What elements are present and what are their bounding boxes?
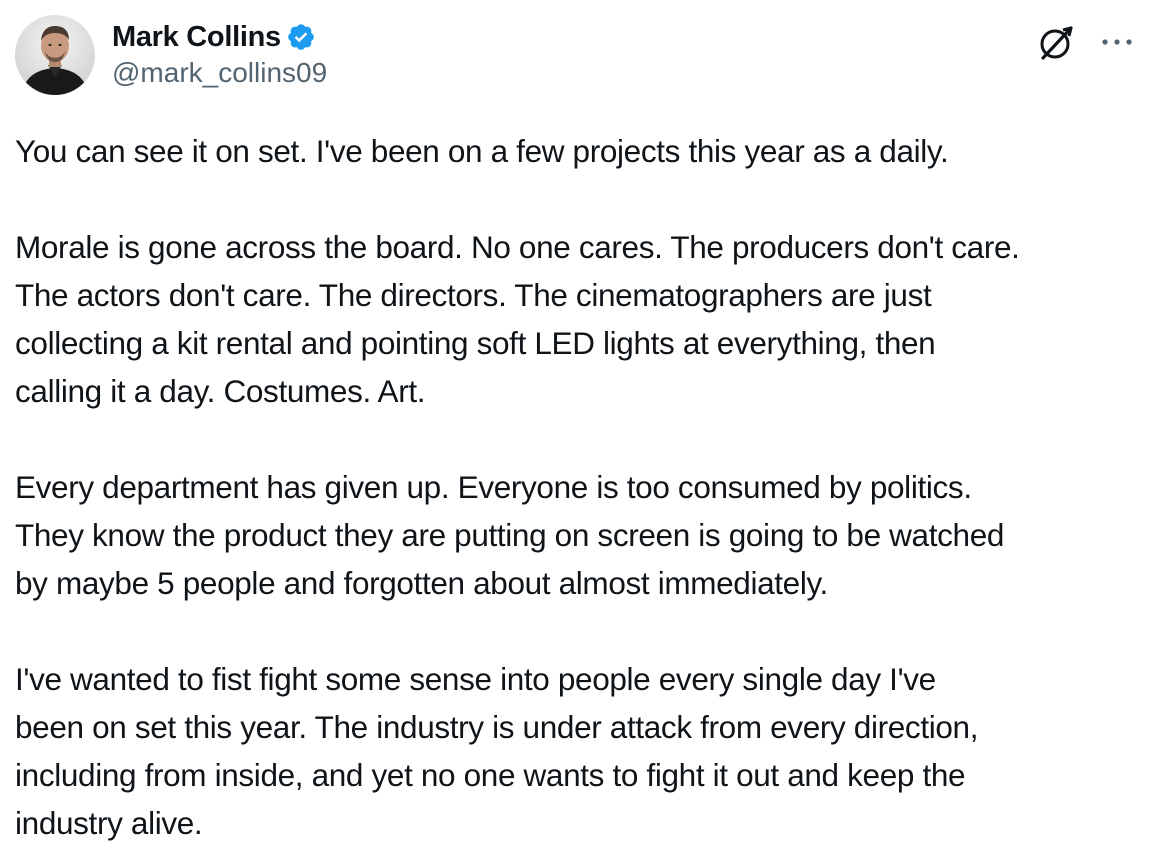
tweet-header: Mark Collins @mark_collins09 bbox=[15, 15, 1135, 97]
text-line: industry alive. bbox=[15, 805, 203, 841]
author-handle[interactable]: @mark_collins09 bbox=[112, 57, 327, 89]
text-line: by maybe 5 people and forgotten about al… bbox=[15, 565, 828, 601]
text-line: Every department has given up. Everyone … bbox=[15, 469, 972, 505]
tweet-paragraph: You can see it on set. I've been on a fe… bbox=[15, 127, 1145, 175]
tweet-paragraph: I've wanted to fist fight some sense int… bbox=[15, 655, 1145, 847]
tweet-card: Mark Collins @mark_collins09 You can see… bbox=[0, 0, 1150, 868]
text-line: calling it a day. Costumes. Art. bbox=[15, 373, 426, 409]
verified-badge-icon[interactable] bbox=[286, 22, 316, 52]
text-line: Morale is gone across the board. No one … bbox=[15, 229, 1020, 265]
author-display-name[interactable]: Mark Collins bbox=[112, 21, 281, 54]
avatar[interactable] bbox=[15, 15, 95, 95]
tweet-text: You can see it on set. I've been on a fe… bbox=[15, 127, 1145, 847]
grok-icon[interactable] bbox=[1034, 21, 1078, 65]
text-line: They know the product they are putting o… bbox=[15, 517, 1005, 553]
text-line: I've wanted to fist fight some sense int… bbox=[15, 661, 936, 697]
text-line: The actors don't care. The directors. Th… bbox=[15, 277, 932, 313]
text-line: collecting a kit rental and pointing sof… bbox=[15, 325, 936, 361]
tweet-paragraph: Morale is gone across the board. No one … bbox=[15, 223, 1145, 415]
avatar-photo bbox=[15, 15, 95, 95]
tweet-paragraph: Every department has given up. Everyone … bbox=[15, 463, 1145, 607]
text-line: You can see it on set. I've been on a fe… bbox=[15, 133, 949, 169]
text-line: been on set this year. The industry is u… bbox=[15, 709, 979, 745]
more-options-icon[interactable] bbox=[1099, 27, 1135, 57]
name-row: Mark Collins bbox=[112, 19, 316, 55]
text-line: including from inside, and yet no one wa… bbox=[15, 757, 966, 793]
